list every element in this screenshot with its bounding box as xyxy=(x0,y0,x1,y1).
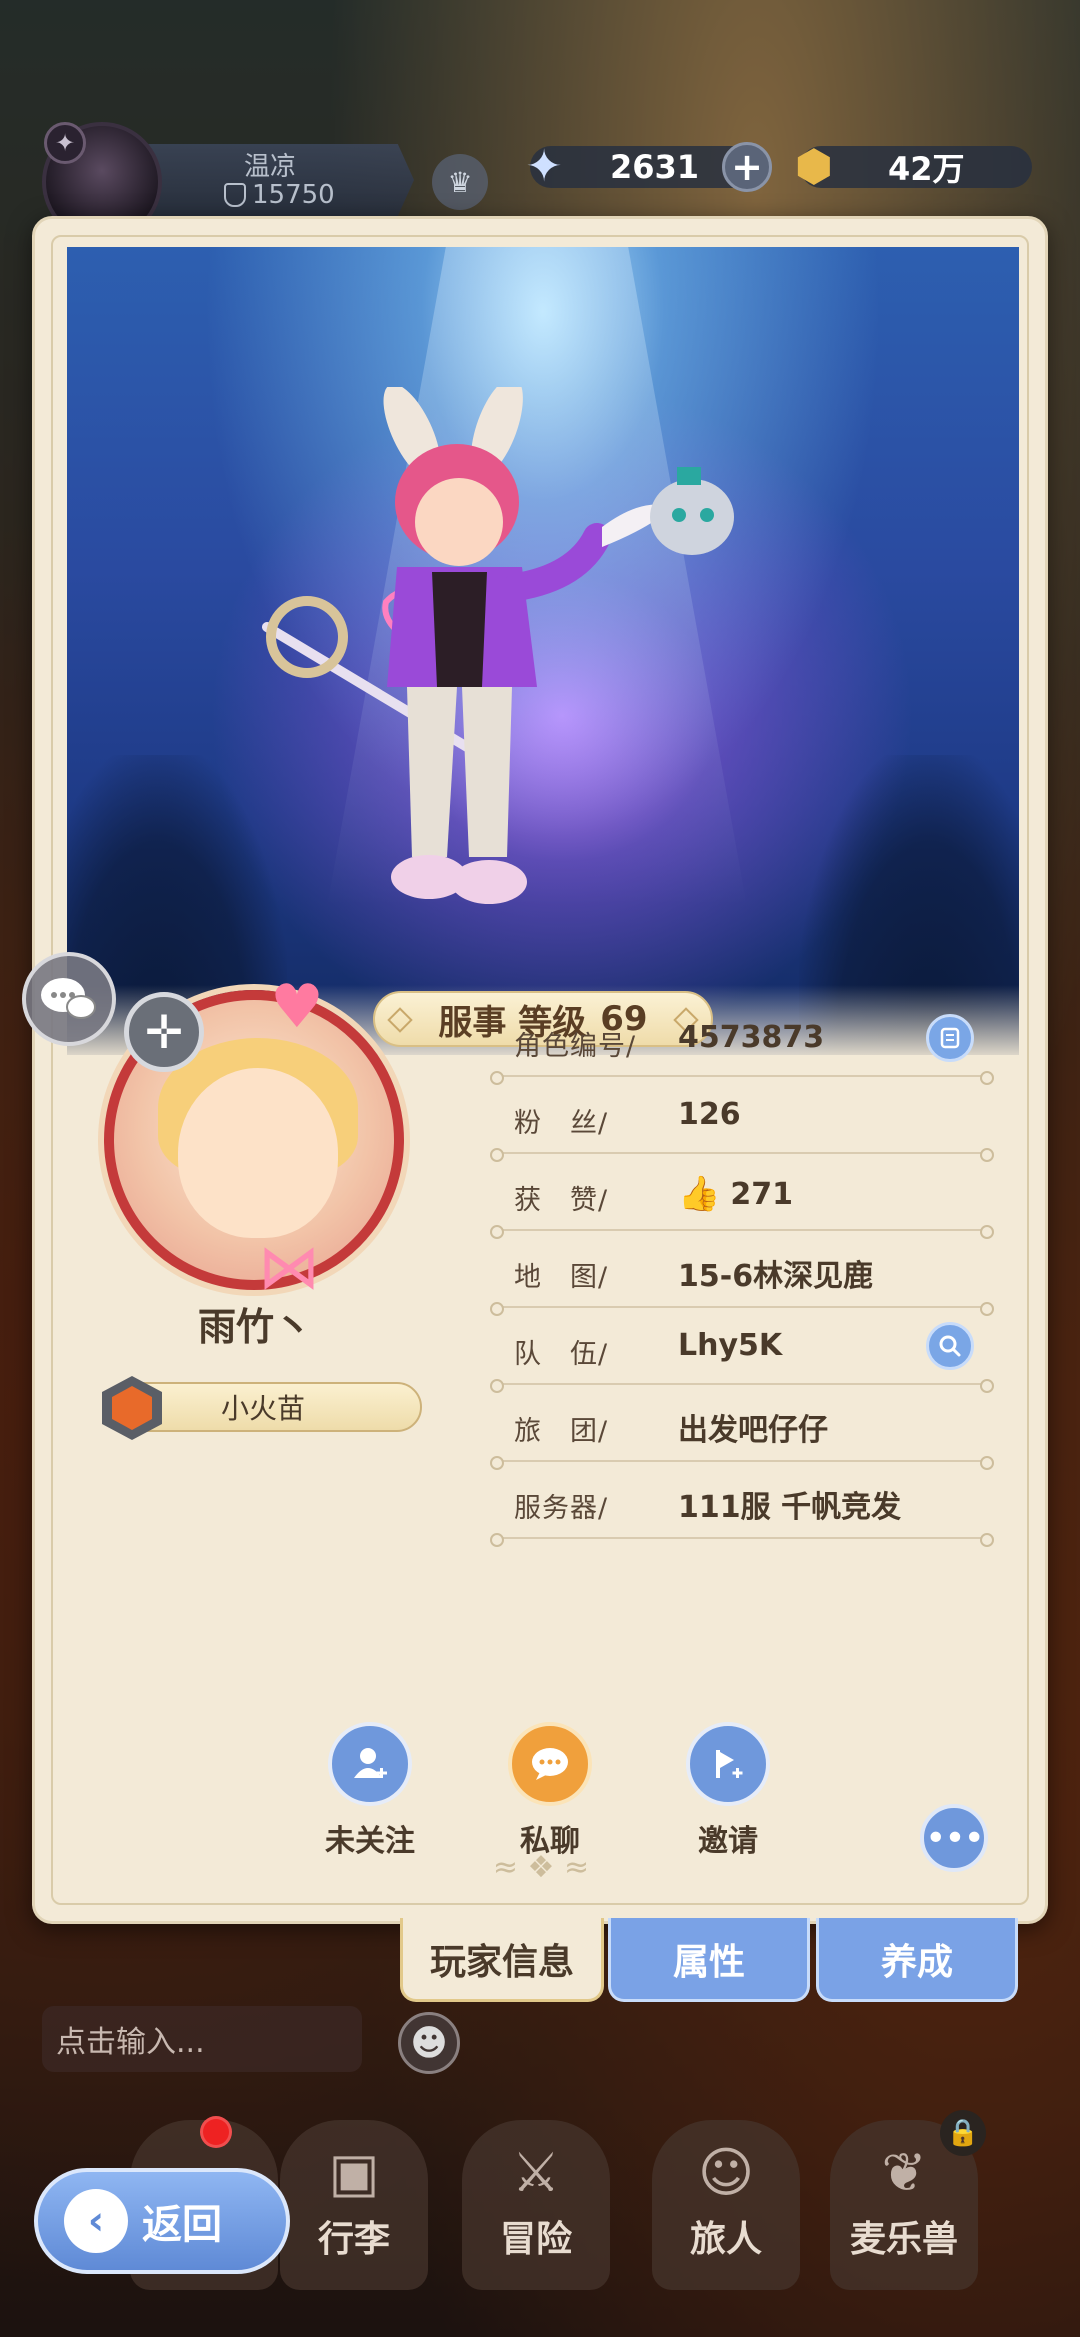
player-name: 温凉 xyxy=(244,152,297,182)
gold-value: 42万 xyxy=(888,150,965,188)
info-value: 出发吧仔仔 xyxy=(678,1413,828,1448)
profile-info-list: 角色编号/ 4573873 粉 丝/ 126 获 赞/ 👍 271 地 图/ 1… xyxy=(476,1000,1008,1547)
speech-bubble-icon xyxy=(508,1722,592,1806)
nav-pets-label: 麦乐兽 xyxy=(849,2219,958,2260)
nav-adventure-label: 冒险 xyxy=(499,2219,572,2260)
copy-id-button[interactable] xyxy=(926,1014,974,1062)
bag-icon: ▣ xyxy=(328,2141,380,2204)
info-row-server: 服务器/ 111服 千帆竞发 xyxy=(476,1462,1008,1547)
character-model xyxy=(262,387,734,904)
player-score: 15750 xyxy=(224,180,335,210)
player-portrait[interactable]: ✛ ♥ ⋈ xyxy=(78,968,428,1308)
character-showcase xyxy=(67,247,1019,1055)
info-label: 角色编号/ xyxy=(514,1031,637,1062)
top-player-header[interactable]: ✦ 温凉 15750 xyxy=(14,122,414,242)
title-badge: 小火苗 xyxy=(102,1376,422,1440)
notification-dot xyxy=(200,2116,232,2148)
back-label: 返回 xyxy=(142,2202,222,2248)
more-options-button[interactable]: ••• xyxy=(920,1804,988,1872)
tab-development[interactable]: 养成 xyxy=(816,1918,1018,2002)
info-value: 4573873 xyxy=(678,1020,825,1055)
follow-button[interactable]: 未关注 xyxy=(310,1722,430,1860)
add-diamond-button[interactable]: + xyxy=(722,142,772,192)
star-gem-icon: ✦ xyxy=(525,140,563,192)
info-row-team: 队 伍/ Lhy5K xyxy=(476,1308,1008,1393)
diamond-value: 2631 xyxy=(610,148,700,186)
cat-ornament-icon: ≈ ❖ ≈ xyxy=(492,1850,590,1885)
title-text: 小火苗 xyxy=(220,1392,305,1425)
info-value: Lhy5K xyxy=(678,1328,783,1363)
lock-icon: 🔒 xyxy=(940,2110,986,2156)
info-value: 111服 千帆竞发 xyxy=(678,1490,902,1525)
tab-attributes[interactable]: 属性 xyxy=(608,1918,810,2002)
shield-icon xyxy=(224,183,246,207)
back-button[interactable]: ‹ 返回 xyxy=(34,2168,290,2274)
info-label: 粉 丝/ xyxy=(514,1108,609,1139)
likes-count: 271 xyxy=(730,1176,793,1212)
invite-flag-icon xyxy=(686,1722,770,1806)
nav-bag-label: 行李 xyxy=(317,2219,390,2260)
thumbs-up-icon[interactable]: 👍 xyxy=(678,1174,720,1214)
info-value-likes: 👍 271 xyxy=(678,1174,793,1214)
gold-coin-icon: ⬢ xyxy=(794,140,834,192)
info-row-map: 地 图/ 15-6林深见鹿 xyxy=(476,1231,1008,1316)
player-score-value: 15750 xyxy=(252,180,335,210)
crown-icon[interactable]: ♛ xyxy=(432,154,488,210)
private-chat-button[interactable]: 私聊 xyxy=(490,1722,610,1860)
heart-icon: ♥ xyxy=(270,972,324,1042)
info-row-fans: 粉 丝/ 126 xyxy=(476,1077,1008,1162)
gold-currency: ⬢ 42万 xyxy=(795,141,1032,192)
nav-adventure[interactable]: ⚔ 冒险 xyxy=(462,2120,610,2290)
info-label: 旅 团/ xyxy=(514,1416,609,1447)
rank-badge-icon: ✦ xyxy=(44,122,86,164)
chat-input[interactable]: 点击输入... xyxy=(42,2006,362,2072)
swords-icon: ⚔ xyxy=(511,2141,561,2204)
invite-button[interactable]: 邀请 xyxy=(668,1722,788,1860)
info-row-id: 角色编号/ 4573873 xyxy=(476,1000,1008,1085)
info-value: 15-6林深见鹿 xyxy=(678,1259,874,1294)
search-team-button[interactable] xyxy=(926,1322,974,1370)
follow-label: 未关注 xyxy=(325,1824,415,1859)
emoji-icon[interactable]: ☻ xyxy=(398,2012,460,2074)
nav-travelers-label: 旅人 xyxy=(689,2219,762,2260)
portrait-face xyxy=(178,1068,338,1238)
class-cross-icon: ✛ xyxy=(124,992,204,1072)
nav-travelers[interactable]: ☺ 旅人 xyxy=(652,2120,800,2290)
person-icon: ☺ xyxy=(697,2141,755,2204)
back-arrow-icon: ‹ xyxy=(64,2189,128,2253)
add-user-icon xyxy=(328,1722,412,1806)
diamond-currency: ✦ 2631 + xyxy=(526,141,772,192)
info-label: 队 伍/ xyxy=(514,1339,609,1370)
info-value: 126 xyxy=(678,1097,741,1132)
pet-icon: ❦ xyxy=(881,2141,927,2204)
bow-icon: ⋈ xyxy=(258,1230,320,1303)
invite-label: 邀请 xyxy=(698,1824,758,1859)
nav-bag[interactable]: ▣ 行李 xyxy=(280,2120,428,2290)
info-row-likes: 获 赞/ 👍 271 xyxy=(476,1154,1008,1239)
profile-name: 雨竹丶 xyxy=(197,1305,312,1349)
row-divider xyxy=(490,1533,994,1547)
copy-icon xyxy=(940,1027,960,1049)
info-label: 获 赞/ xyxy=(514,1185,609,1216)
info-label: 服务器/ xyxy=(514,1493,609,1524)
info-row-guild: 旅 团/ 出发吧仔仔 xyxy=(476,1385,1008,1470)
tab-player-info[interactable]: 玩家信息 xyxy=(400,1918,604,2002)
info-label: 地 图/ xyxy=(514,1262,609,1293)
search-icon xyxy=(939,1335,961,1357)
